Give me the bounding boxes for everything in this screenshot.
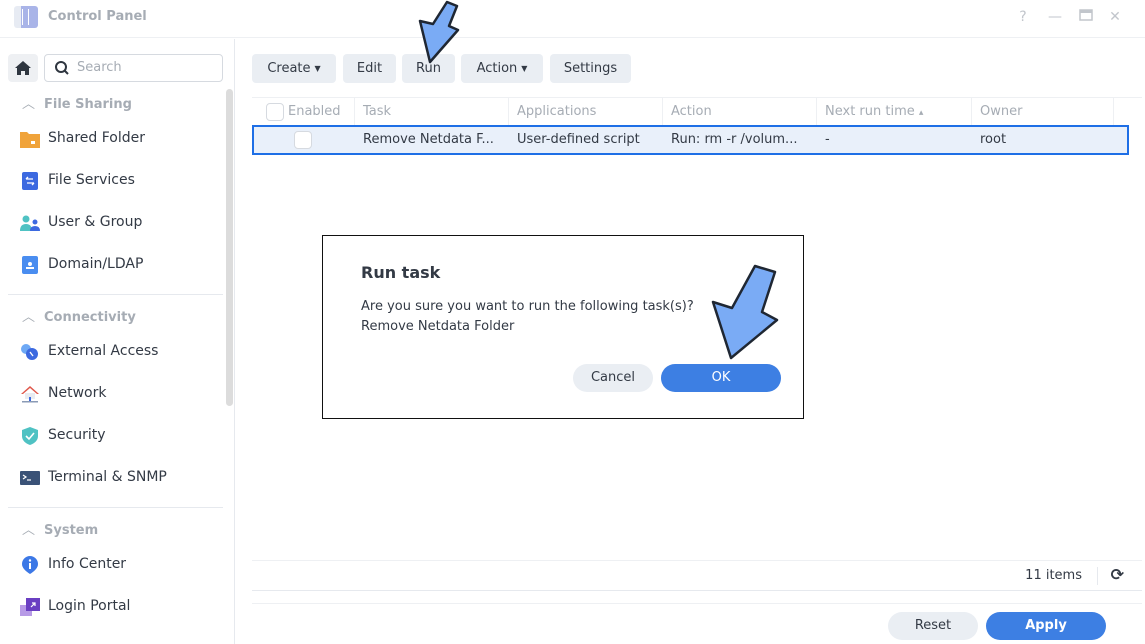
search-box[interactable] — [44, 54, 223, 82]
external-access-icon — [21, 344, 38, 360]
items-count: 11 items — [1025, 568, 1082, 583]
close-icon[interactable]: ✕ — [1106, 8, 1124, 26]
column-owner[interactable]: Owner — [972, 98, 1114, 126]
dialog-message: Are you sure you want to run the followi… — [361, 299, 694, 314]
file-services-icon — [22, 172, 38, 190]
maximize-icon[interactable] — [1077, 8, 1095, 26]
sidebar-item-external-access[interactable]: External Access — [20, 339, 220, 365]
cell-task: Remove Netdata F... — [363, 132, 494, 147]
minimize-icon[interactable]: — — [1046, 8, 1064, 26]
section-system[interactable]: ︿ System — [22, 519, 98, 539]
enabled-checkbox[interactable] — [294, 131, 312, 149]
edit-button[interactable]: Edit — [343, 54, 396, 83]
section-file-sharing[interactable]: ︿ File Sharing — [22, 93, 132, 113]
action-button[interactable]: Action ▼ — [461, 54, 543, 83]
column-task[interactable]: Task — [355, 98, 509, 126]
cell-owner: root — [980, 132, 1007, 147]
column-action[interactable]: Action — [663, 98, 817, 126]
table-header: Enabled Task Applications Action Next ru… — [252, 97, 1142, 126]
sidebar-item-file-services[interactable]: File Services — [20, 168, 220, 194]
sidebar-scrollbar[interactable] — [226, 89, 233, 406]
settings-button[interactable]: Settings — [550, 54, 631, 83]
select-all-checkbox[interactable] — [266, 103, 284, 121]
footer-divider — [1097, 567, 1098, 585]
network-icon — [21, 386, 39, 403]
sidebar: ︿File Sharing Shared Folder File Service… — [0, 39, 235, 644]
sidebar-item-security[interactable]: Security — [20, 423, 220, 449]
caret-down-icon: ▼ — [314, 64, 321, 73]
sidebar-item-user-group[interactable]: User & Group — [20, 210, 220, 236]
domain-ldap-icon — [22, 256, 38, 274]
login-portal-icon — [20, 598, 40, 616]
user-group-icon — [20, 215, 40, 231]
sidebar-item-shared-folder[interactable]: Shared Folder — [20, 126, 220, 152]
ok-button[interactable]: OK — [661, 364, 781, 392]
chevron-up-icon: ︿ — [22, 523, 36, 538]
refresh-icon[interactable]: ⟳ — [1111, 565, 1124, 584]
create-button[interactable]: Create ▼ — [252, 54, 336, 83]
cell-applications: User-defined script — [517, 132, 640, 147]
home-icon — [15, 61, 31, 75]
sidebar-divider — [8, 294, 223, 295]
cell-action: Run: rm -r /volum... — [671, 132, 798, 147]
section-connectivity[interactable]: ︿ Connectivity — [22, 306, 136, 326]
sidebar-item-terminal-snmp[interactable]: Terminal & SNMP — [20, 465, 220, 491]
security-shield-icon — [22, 427, 38, 445]
sidebar-item-login-portal[interactable]: Login Portal — [20, 594, 220, 620]
apply-button[interactable]: Apply — [986, 612, 1106, 640]
caret-down-icon: ▼ — [521, 64, 528, 73]
search-icon — [55, 61, 69, 75]
sidebar-item-network[interactable]: Network — [20, 381, 220, 407]
search-input[interactable] — [77, 60, 217, 75]
sidebar-item-domain-ldap[interactable]: Domain/LDAP — [20, 252, 220, 278]
dialog-title: Run task — [361, 263, 441, 282]
control-panel-app-icon — [14, 6, 38, 28]
window-title: Control Panel — [48, 9, 147, 24]
reset-button[interactable]: Reset — [888, 612, 978, 640]
help-icon[interactable]: ? — [1014, 8, 1032, 26]
window-titlebar: Control Panel ? — ✕ — [0, 0, 1145, 38]
dialog-task-name: Remove Netdata Folder — [361, 319, 515, 334]
chevron-up-icon: ︿ — [22, 97, 36, 112]
table-footer: 11 items ⟳ — [252, 560, 1142, 591]
annotation-arrow-icon — [711, 264, 779, 360]
sidebar-item-info-center[interactable]: Info Center — [20, 552, 220, 578]
sort-ascending-icon: ▴ — [918, 108, 924, 118]
info-center-icon — [22, 556, 38, 574]
column-enabled[interactable]: Enabled — [252, 98, 355, 126]
cell-next-run-time: - — [825, 132, 830, 147]
terminal-icon — [20, 471, 40, 485]
annotation-arrow-icon — [418, 0, 460, 64]
shared-folder-icon — [20, 132, 40, 148]
cancel-button[interactable]: Cancel — [573, 364, 653, 392]
chevron-up-icon: ︿ — [22, 310, 36, 325]
footer-divider — [252, 603, 1142, 604]
column-next-run-time[interactable]: Next run time ▴ — [817, 98, 972, 126]
home-button[interactable] — [8, 54, 38, 82]
sidebar-divider — [8, 507, 223, 508]
table-row[interactable]: Remove Netdata F... User-defined script … — [252, 125, 1129, 155]
column-applications[interactable]: Applications — [509, 98, 663, 126]
